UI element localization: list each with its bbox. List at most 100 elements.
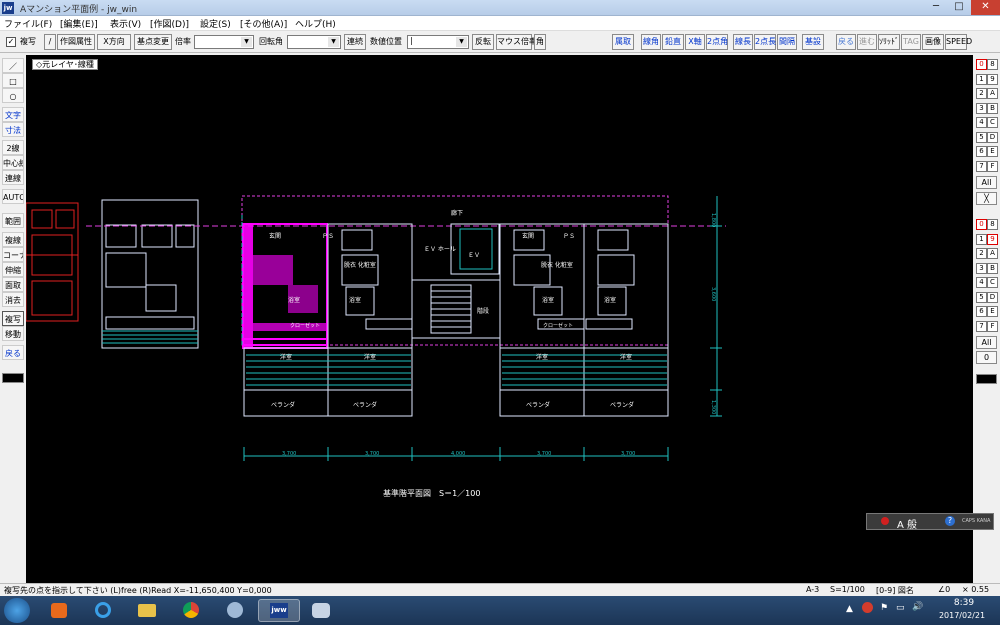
fukusha-checkbox[interactable]: ✓	[6, 37, 16, 47]
attr-pick-button[interactable]: 属取	[612, 34, 634, 50]
menu-other[interactable]: [その他(A)]	[240, 17, 287, 30]
pinned-app-icon[interactable]	[218, 599, 252, 622]
auto-mode-button[interactable]: AUTO	[2, 189, 24, 204]
ime-mode-label[interactable]: A 般	[897, 516, 917, 531]
layer-button[interactable]: 4	[976, 277, 987, 288]
center-line-tool-button[interactable]: 中心線	[2, 155, 24, 170]
layer-button[interactable]: E	[987, 306, 998, 317]
erase-tool-button[interactable]: 消去	[2, 292, 24, 307]
double-line-tool-button[interactable]: 2線	[2, 140, 24, 155]
layer-group-button[interactable]: 0	[976, 59, 987, 70]
layer-group-button[interactable]: A	[987, 88, 998, 99]
copy-tool-button[interactable]: 複写	[2, 311, 24, 326]
antivirus-icon[interactable]	[862, 602, 873, 613]
numeric-position-input[interactable]: | ▼	[407, 35, 469, 49]
maximize-button[interactable]: □	[948, 0, 970, 15]
two-point-angle-button[interactable]: 2点角	[706, 34, 728, 50]
layer-group-button[interactable]: 1	[976, 73, 987, 85]
jw-cad-taskbar-button[interactable]: jww	[258, 599, 300, 622]
clock-date[interactable]: 2017/02/21	[932, 611, 992, 620]
move-tool-button[interactable]: 移動	[2, 326, 24, 341]
layer-button[interactable]: 7	[976, 320, 987, 332]
layer-group-button[interactable]: 8	[987, 59, 998, 70]
chrome-icon[interactable]	[174, 599, 208, 622]
layer-button[interactable]: 2	[976, 248, 987, 259]
sakuzu-zokusei-button[interactable]: 作図属性	[57, 34, 95, 50]
layer-swatch[interactable]	[976, 374, 997, 384]
tray-arrow-icon[interactable]: ▲	[846, 604, 853, 614]
stretch-tool-button[interactable]: 伸縮	[2, 262, 24, 277]
spacing-button[interactable]: 間隔	[777, 34, 797, 50]
clock-time[interactable]: 8:39	[944, 598, 984, 608]
redo-button[interactable]: 進む	[857, 34, 877, 50]
paint-icon[interactable]	[304, 599, 338, 622]
close-button[interactable]: ✕	[971, 0, 1000, 15]
layer-group-button[interactable]: 2	[976, 88, 987, 99]
layer-group-button[interactable]: 7	[976, 160, 987, 172]
line-style-swatch[interactable]	[2, 373, 24, 383]
dimension-tool-button[interactable]: 寸法	[2, 122, 24, 137]
layer-group-button[interactable]: B	[987, 102, 998, 114]
drawing-canvas[interactable]: ◇元レイヤ･線種 3,700 3,700 4,000 3,700 3,700 1…	[26, 55, 973, 583]
rotation-combo[interactable]: ▼	[287, 35, 341, 49]
status-angle[interactable]: ∠0	[938, 585, 950, 594]
network-icon[interactable]: ▭	[896, 603, 905, 613]
chamfer-tool-button[interactable]: 面取	[2, 277, 24, 292]
layer-button[interactable]: F	[987, 320, 998, 332]
layer-button[interactable]: 6	[976, 306, 987, 317]
slash-button[interactable]: /	[44, 34, 56, 50]
layer-group-button[interactable]: 5	[976, 131, 987, 143]
start-button[interactable]	[4, 598, 30, 623]
layer-button[interactable]: A	[987, 248, 998, 259]
layer-all-button[interactable]: All	[976, 336, 997, 349]
range-tool-button[interactable]: 範囲	[2, 213, 24, 228]
layer-group-all-button[interactable]: All	[976, 176, 997, 189]
layer-button[interactable]: 5	[976, 291, 987, 303]
vertical-button[interactable]: 鉛直	[662, 34, 684, 50]
volume-icon[interactable]: 🔊	[912, 602, 923, 612]
line-tool-button[interactable]: ／	[2, 58, 24, 73]
menu-help[interactable]: ヘルプ(H)	[295, 17, 336, 30]
offset-tool-button[interactable]: 複線	[2, 232, 24, 247]
undo-button[interactable]: 戻る	[836, 34, 856, 50]
layer-button[interactable]: 8	[987, 219, 998, 230]
layer-button[interactable]: 3	[976, 262, 987, 274]
x-axis-button[interactable]: X軸	[685, 34, 705, 50]
file-explorer-icon[interactable]	[130, 599, 164, 622]
rectangle-tool-button[interactable]: □	[2, 73, 24, 88]
status-ratio[interactable]: × 0.55	[962, 585, 989, 594]
status-scale[interactable]: S=1/100	[830, 585, 865, 594]
layer-group-button[interactable]: 6	[976, 146, 987, 157]
flip-button[interactable]: 反転	[472, 34, 494, 50]
layer-group-button[interactable]: 3	[976, 102, 987, 114]
menu-file[interactable]: ファイル(F)	[4, 17, 52, 30]
layer-button[interactable]: 9	[987, 233, 998, 245]
menu-draw[interactable]: [作図(D)]	[150, 17, 189, 30]
x-direction-button[interactable]: X方向	[97, 34, 131, 50]
layer-group-button[interactable]: E	[987, 146, 998, 157]
layer-button[interactable]: C	[987, 277, 998, 288]
two-point-length-button[interactable]: 2点長	[754, 34, 776, 50]
base-point-button[interactable]: 基点変更	[134, 34, 172, 50]
menu-edit[interactable]: [編集(E)]	[60, 17, 98, 30]
internet-explorer-icon[interactable]	[86, 599, 120, 622]
media-player-icon[interactable]	[42, 599, 76, 622]
undo-left-button[interactable]: 戻る	[2, 345, 24, 360]
menu-settings[interactable]: 設定(S)	[200, 17, 231, 30]
help-icon[interactable]: ?	[945, 516, 955, 526]
flag-icon[interactable]: ⚑	[880, 603, 888, 613]
corner-tool-button[interactable]: コーナー	[2, 247, 24, 262]
status-layer[interactable]: A-3	[806, 585, 819, 594]
layer-button[interactable]: D	[987, 291, 998, 303]
image-button[interactable]: 画像	[922, 34, 944, 50]
angle-button[interactable]: 角	[534, 34, 546, 50]
solid-button[interactable]: ｿﾘｯﾄﾞ	[878, 34, 900, 50]
layer-button[interactable]: 0	[976, 219, 987, 230]
speed-button[interactable]: SPEED	[945, 34, 972, 50]
circle-tool-button[interactable]: ○	[2, 88, 24, 103]
continuous-line-tool-button[interactable]: 連線	[2, 170, 24, 185]
close-icon[interactable]: ╳	[976, 192, 997, 205]
line-length-button[interactable]: 線長	[733, 34, 753, 50]
layer-group-button[interactable]: F	[987, 160, 998, 172]
layer-group-button[interactable]: 9	[987, 73, 998, 85]
